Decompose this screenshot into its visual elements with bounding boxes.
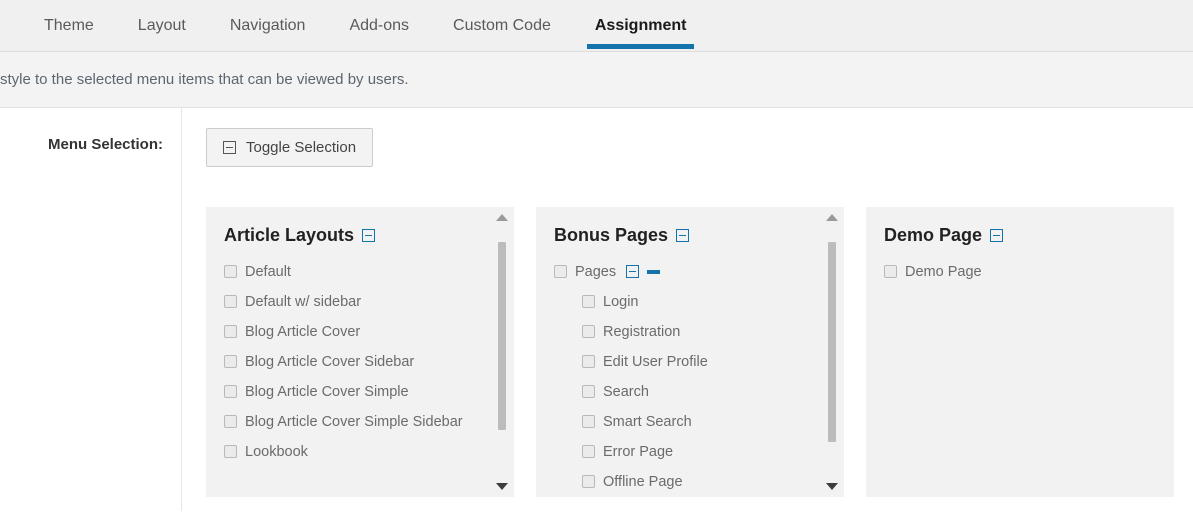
- checkbox[interactable]: [224, 295, 237, 308]
- dash-icon[interactable]: [647, 269, 661, 274]
- list-item-label: Offline Page: [603, 474, 683, 490]
- panel-item-list: Pages Login Registration Edit User Profile S…: [536, 246, 844, 497]
- list-item-label: Search: [603, 384, 649, 400]
- tab-custom-code[interactable]: Custom Code: [431, 0, 573, 52]
- list-item-label: Blog Article Cover Simple: [245, 384, 409, 400]
- panel-title: Bonus Pages: [536, 207, 844, 246]
- list-item[interactable]: Default: [224, 257, 514, 287]
- checkbox[interactable]: [224, 355, 237, 368]
- list-item[interactable]: Offline Page: [554, 467, 844, 497]
- list-item-label: Default: [245, 264, 291, 280]
- tab-label: Layout: [137, 17, 186, 34]
- list-item-label: Smart Search: [603, 414, 692, 430]
- vertical-divider: [181, 108, 182, 511]
- list-item-label: Blog Article Cover Sidebar: [245, 354, 415, 370]
- panel-title: Demo Page: [866, 207, 1174, 246]
- list-item[interactable]: Pages: [554, 257, 844, 287]
- tab-navigation[interactable]: Navigation: [208, 0, 328, 52]
- checkbox[interactable]: [554, 265, 567, 278]
- checkbox[interactable]: [582, 415, 595, 428]
- panel-item-list: Demo Page: [866, 246, 1174, 287]
- list-item-label: Demo Page: [905, 264, 982, 280]
- list-item[interactable]: Default w/ sidebar: [224, 287, 514, 317]
- tab-bar: Theme Layout Navigation Add-ons Custom Code A…: [0, 0, 1193, 52]
- list-item-label: Edit User Profile: [603, 354, 708, 370]
- scrollbar-thumb[interactable]: [498, 242, 506, 430]
- list-item[interactable]: Smart Search: [554, 407, 844, 437]
- list-item-label: Pages: [575, 264, 617, 280]
- tab-assignment[interactable]: Assignment: [573, 0, 709, 52]
- tab-label: Theme: [44, 17, 94, 34]
- tab-theme[interactable]: Theme: [22, 0, 116, 52]
- list-item-icons: [626, 265, 661, 278]
- toggle-selection-button[interactable]: Toggle Selection: [206, 128, 374, 167]
- tab-add-ons[interactable]: Add-ons: [327, 0, 431, 52]
- scrollbar[interactable]: [494, 214, 510, 490]
- checkbox[interactable]: [582, 385, 595, 398]
- panel-title-label: Demo Page: [884, 225, 983, 245]
- list-item-label: Blog Article Cover Simple Sidebar: [245, 414, 463, 430]
- tab-label: Custom Code: [453, 17, 551, 34]
- list-item[interactable]: Lookbook: [224, 437, 514, 467]
- scrollbar-track[interactable]: [496, 228, 508, 474]
- list-item-label: Lookbook: [245, 444, 308, 460]
- list-item[interactable]: Registration: [554, 317, 844, 347]
- minus-square-icon[interactable]: [626, 265, 640, 278]
- menu-selection-label: Menu Selection:: [47, 136, 163, 153]
- panel-title-label: Article Layouts: [224, 225, 355, 245]
- description-bar: style to the selected menu items that ca…: [0, 52, 1193, 108]
- checkbox[interactable]: [224, 325, 237, 338]
- minus-square-icon: [223, 141, 236, 154]
- list-item-label: Error Page: [603, 444, 674, 460]
- list-item[interactable]: Blog Article Cover Sidebar: [224, 347, 514, 377]
- checkbox[interactable]: [582, 355, 595, 368]
- scroll-down-arrow-icon[interactable]: [496, 483, 508, 490]
- list-item-label: Registration: [603, 324, 681, 340]
- list-item[interactable]: Demo Page: [884, 257, 1174, 287]
- list-item[interactable]: Blog Article Cover Simple: [224, 377, 514, 407]
- checkbox[interactable]: [582, 325, 595, 338]
- checkbox[interactable]: [224, 265, 237, 278]
- minus-square-icon[interactable]: [676, 229, 690, 242]
- menu-panel: Demo Page Demo Page: [866, 207, 1174, 497]
- panel-item-list: Default Default w/ sidebar Blog Article Co…: [206, 246, 514, 467]
- tab-layout[interactable]: Layout: [116, 0, 208, 52]
- checkbox[interactable]: [224, 445, 237, 458]
- description-text: style to the selected menu items that ca…: [0, 71, 409, 88]
- minus-square-icon[interactable]: [990, 229, 1004, 242]
- list-item-label: Blog Article Cover: [245, 324, 361, 340]
- scroll-up-arrow-icon[interactable]: [496, 214, 508, 221]
- menu-selection-content: Toggle Selection Article Layouts Default D…: [206, 108, 1193, 511]
- panel-title-label: Bonus Pages: [554, 225, 669, 245]
- checkbox[interactable]: [582, 475, 595, 488]
- scroll-up-arrow-icon[interactable]: [826, 214, 838, 221]
- list-item[interactable]: Blog Article Cover Simple Sidebar: [224, 407, 514, 437]
- checkbox[interactable]: [582, 295, 595, 308]
- list-item-label: Default w/ sidebar: [245, 294, 362, 310]
- checkbox[interactable]: [224, 385, 237, 398]
- assignment-body: Menu Selection: Toggle Selection Article…: [0, 108, 1193, 511]
- list-item[interactable]: Blog Article Cover: [224, 317, 514, 347]
- menu-panel: Bonus Pages Pages Login Registration Edit Us…: [536, 207, 844, 497]
- list-item[interactable]: Login: [554, 287, 844, 317]
- list-item[interactable]: Edit User Profile: [554, 347, 844, 377]
- list-item[interactable]: Error Page: [554, 437, 844, 467]
- panel-title: Article Layouts: [206, 207, 514, 246]
- checkbox[interactable]: [224, 415, 237, 428]
- checkbox[interactable]: [884, 265, 897, 278]
- list-item[interactable]: Search: [554, 377, 844, 407]
- list-item-label: Login: [603, 294, 639, 310]
- checkbox[interactable]: [582, 445, 595, 458]
- minus-square-icon[interactable]: [362, 229, 376, 242]
- tab-label: Assignment: [594, 17, 687, 34]
- menu-panels: Article Layouts Default Default w/ sidebar…: [206, 207, 1174, 497]
- scrollbar-track[interactable]: [826, 228, 838, 474]
- tab-label: Add-ons: [349, 17, 410, 34]
- scrollbar-thumb[interactable]: [828, 242, 836, 442]
- toggle-selection-label: Toggle Selection: [246, 139, 357, 156]
- scrollbar[interactable]: [824, 214, 840, 490]
- tab-label: Navigation: [229, 17, 306, 34]
- menu-panel: Article Layouts Default Default w/ sidebar…: [206, 207, 514, 497]
- scroll-down-arrow-icon[interactable]: [826, 483, 838, 490]
